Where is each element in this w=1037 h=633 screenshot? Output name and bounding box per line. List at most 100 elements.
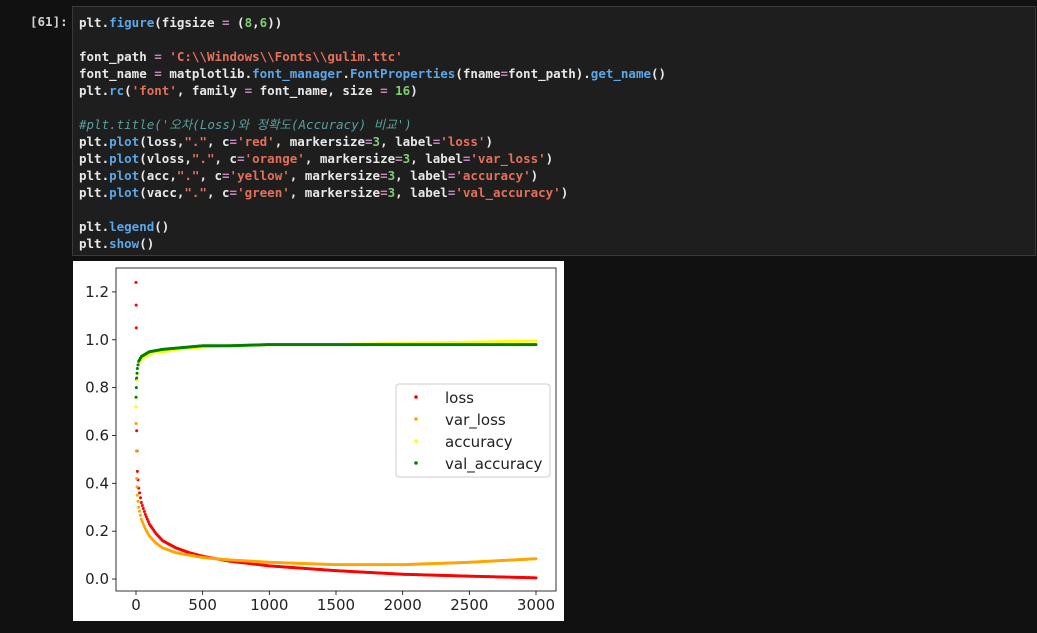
y-tick-label: 0.4 <box>85 474 109 492</box>
data-point <box>138 509 142 513</box>
code-token: ( <box>229 15 245 30</box>
code-token: ) <box>530 168 539 183</box>
data-point <box>136 363 140 367</box>
data-point <box>138 496 142 500</box>
legend-label: loss <box>445 389 474 407</box>
code-token: 'var_loss' <box>470 151 546 166</box>
code-token: 'green' <box>237 185 290 200</box>
code-token: . <box>342 66 350 81</box>
code-token: () <box>651 66 667 81</box>
code-token: "." <box>184 134 207 149</box>
code-token: = <box>229 134 238 149</box>
x-tick-label: 500 <box>188 596 217 614</box>
code-token: ) <box>545 151 554 166</box>
plot-output: 0 500 1000 1500 2000 2500 3000 0.0 0.2 0.4 0.6 0.8 1… <box>73 261 564 621</box>
data-point <box>136 499 140 503</box>
scatter-chart: 0 500 1000 1500 2000 2500 3000 0.0 0.2 0.4 0.6 0.8 1… <box>85 267 557 614</box>
code-line: plt.figure(figsize = (8,6)) <box>79 14 666 31</box>
code-token: () <box>139 236 155 251</box>
code-token: figure <box>109 15 155 30</box>
data-point <box>140 503 144 507</box>
cell-execution-count: [61]: <box>30 14 68 29</box>
code-cell[interactable]: plt.figure(figsize = (8,6)) font_path = '… <box>72 6 1036 256</box>
code-token: font_manager <box>252 66 343 81</box>
code-token: show <box>109 236 140 251</box>
data-point <box>134 303 138 307</box>
data-point <box>534 576 538 580</box>
code-token: , label <box>410 151 463 166</box>
data-point <box>141 506 145 510</box>
data-point <box>135 477 139 481</box>
data-point <box>534 557 538 561</box>
code-token: () <box>154 219 170 234</box>
code-token: , c <box>214 151 238 166</box>
data-point <box>134 395 138 399</box>
code-token: = <box>395 151 403 166</box>
code-token: , label <box>395 185 448 200</box>
code-token: = <box>154 66 162 81</box>
code-token: (vloss, <box>139 151 192 166</box>
code-token: 'loss' <box>440 134 486 149</box>
code-token: get_name <box>590 66 652 81</box>
code-token: font_name <box>79 66 155 81</box>
code-token: , <box>252 15 260 30</box>
code-token: = <box>229 185 238 200</box>
legend-marker <box>414 439 418 443</box>
code-token: 8 <box>244 15 253 30</box>
data-point <box>135 493 139 497</box>
code-token: , markersize <box>289 168 381 183</box>
code-token: matplotlib. <box>161 66 253 81</box>
code-token: (fname <box>455 66 501 81</box>
code-editor[interactable]: plt.figure(figsize = (8,6)) font_path = '… <box>79 14 666 252</box>
code-token: = <box>380 168 388 183</box>
code-token: 'font' <box>131 83 177 98</box>
x-tick-label: 1500 <box>317 596 355 614</box>
code-token: #plt.title('오차(Loss)와 정확도(Accuracy) 비교') <box>79 117 412 132</box>
data-point <box>135 485 139 489</box>
code-token: font_path <box>79 49 155 64</box>
y-tick-label: 1.2 <box>85 283 109 301</box>
code-token: (figsize <box>154 15 222 30</box>
code-token: "." <box>176 168 200 183</box>
code-token: 'val_accuracy' <box>455 185 561 200</box>
code-token: plt. <box>79 151 110 166</box>
code-token: "." <box>191 151 215 166</box>
code-line: plt.plot(vloss,".", c='orange', markersi… <box>79 150 666 167</box>
legend-label: var_loss <box>445 411 506 430</box>
code-token: (vacc, <box>139 185 185 200</box>
code-token: 16 <box>395 83 411 98</box>
data-point <box>142 509 146 513</box>
code-token: plt. <box>79 15 110 30</box>
data-point <box>134 280 138 284</box>
code-token: ( <box>124 83 132 98</box>
code-line: plt.legend() <box>79 218 666 235</box>
y-tick-label: 1.0 <box>85 331 109 349</box>
code-token: rc <box>109 83 125 98</box>
data-point <box>138 513 142 517</box>
legend-label: accuracy <box>445 433 513 451</box>
code-line: plt.rc('font', family = font_name, size … <box>79 82 666 99</box>
data-point <box>135 376 139 380</box>
code-token: , label <box>395 168 448 183</box>
code-token: ) <box>560 185 569 200</box>
data-point <box>135 469 139 473</box>
code-token: = <box>365 134 373 149</box>
code-token: 'yellow' <box>229 168 290 183</box>
code-token: font_path). <box>508 66 591 81</box>
data-point <box>534 339 538 343</box>
code-token: 3 <box>372 134 381 149</box>
code-token: ) <box>485 134 493 149</box>
code-line: #plt.title('오차(Loss)와 정확도(Accuracy) 비교') <box>79 116 666 133</box>
code-token: (acc, <box>139 168 177 183</box>
code-token: )) <box>267 15 283 30</box>
code-token: "." <box>184 185 207 200</box>
code-token: = <box>222 168 230 183</box>
code-token: = <box>500 66 508 81</box>
y-tick-label: 0.0 <box>85 570 109 588</box>
data-point <box>137 505 141 509</box>
code-token: plot <box>109 134 140 149</box>
code-token: (loss, <box>139 134 185 149</box>
code-token: 'orange' <box>244 151 305 166</box>
code-token: ) <box>410 83 418 98</box>
